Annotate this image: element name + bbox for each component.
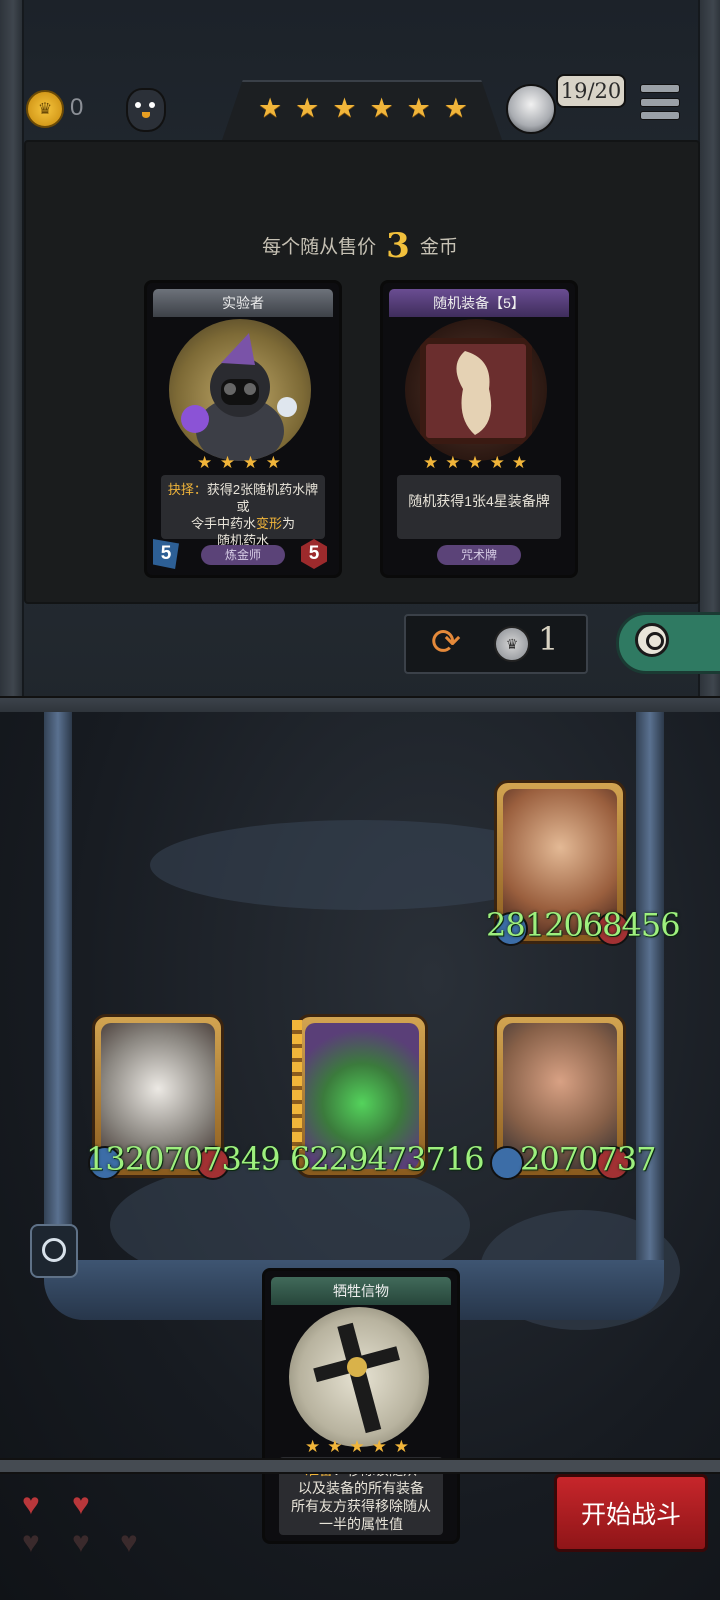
bottom-rail [0,1458,720,1474]
star-icon: ★ [295,92,320,123]
magnifier-icon [635,623,669,657]
sell-price-prefix: 每个随从售价 [262,237,377,258]
heart-empty-icon: ♥ [120,1526,138,1559]
card-description: 随机获得1张4星装备牌 [397,475,561,539]
star-icon: ★ [242,453,259,472]
keyword-choose: 抉择： [167,482,207,497]
star-icon: ★ [332,92,357,123]
golden-chain-marker [292,1020,302,1150]
experimenter-portrait [169,319,311,461]
star-icon: ★ [219,453,236,472]
card-tribe-tag: 炼金师 [201,545,285,565]
heart-empty-icon: ♥ [72,1526,90,1559]
cross-skull-portrait [289,1307,429,1447]
minion-stats-text: 2070737 [520,1140,657,1178]
hamburger-menu-icon[interactable] [640,84,680,120]
left-pillar [44,712,72,1272]
star-icon: ★ [393,1437,409,1456]
minion-stats-text: 1320707349 [86,1140,281,1178]
star-icon: ★ [197,453,213,472]
health-stat: 5 [301,539,327,569]
shop-card-experimenter[interactable]: 实验者 ★ ★ ★ ★ 抉择：获得2张随机药水牌或 令手中药水变形为 随机药水 炼金师… [144,280,342,578]
star-icon: ★ [443,92,468,123]
minion-stats-text: 6229473716 [290,1140,485,1178]
gold-coin-icon: ♛ [26,90,64,128]
star-icon: ★ [371,1437,387,1456]
star-icon: ★ [511,453,527,472]
hand-card-sacrifice-token[interactable]: 牺牲信物 ★★★★★ 准备：移除该随从 以及装备的所有装备 所有友方获得移除随从… [262,1268,460,1544]
shop-card-random-equipment[interactable]: 随机装备【5】 ★ ★ ★ ★ ★ 随机获得1张4星装备牌 咒术牌 [380,280,578,578]
attack-orb [490,1146,524,1180]
card-title: 牺牲信物 [271,1277,451,1305]
lives-display: ♥ ♥ ♥ ♥ ♥ [20,1488,160,1572]
card-text-line: 一半的属性值 [319,1516,403,1532]
sell-price-info: 每个随从售价 3 金币 [0,226,720,266]
shop-area [24,140,700,604]
card-star-rating: ★ ★ ★ ★ ★ [423,453,527,473]
star-icon: ★ [445,453,461,472]
tavern-star-rating: ★ ★ ★ ★ ★ ★ [258,92,468,124]
star-icon: ★ [327,1437,343,1456]
equipment-portrait [405,319,547,461]
star-icon: ★ [265,453,281,472]
card-title: 实验者 [153,289,333,317]
card-star-rating: ★ ★ ★ ★ ★ [305,1437,409,1457]
attack-stat: 5 [153,539,179,569]
star-icon: ★ [423,453,439,472]
refresh-icon[interactable]: ⟳ [428,624,464,660]
star-icon: ★ [467,453,483,472]
card-text-line: 以及装备的所有装备 [298,1480,424,1496]
sell-price-value: 3 [386,226,410,266]
card-text-line: 随机获得1张4星装备牌 [408,493,550,509]
card-type-tag: 咒术牌 [437,545,521,565]
card-title: 随机装备【5】 [389,289,569,317]
card-description: 抉择：获得2张随机药水牌或 令手中药水变形为 随机药水 [161,475,325,548]
sell-price-suffix: 金币 [419,237,458,258]
star-icon: ★ [406,92,431,123]
star-icon: ★ [258,92,283,123]
right-frame [698,0,720,700]
card-text-line: 为 [282,516,296,531]
left-frame [0,0,24,700]
keyword-transform: 变形 [255,516,282,531]
card-star-rating: ★ ★ ★ ★ [197,453,281,473]
star-icon: ★ [369,92,394,123]
right-pillar [636,712,664,1272]
board-search-button[interactable] [30,1224,78,1278]
heart-full-icon: ♥ [72,1488,90,1521]
gold-count: 0 [70,94,84,121]
hero-counter-bubble: 19/20 [556,74,626,108]
heart-full-icon: ♥ [22,1488,40,1521]
card-text-line: 令手中药水 [190,516,256,531]
crown-coin-icon: ♛ [494,626,530,662]
star-icon: ★ [489,453,505,472]
hero-avatar[interactable] [506,84,556,134]
card-text-line: 所有友方获得移除随从 [291,1498,431,1514]
search-button[interactable] [616,612,720,674]
minion-stats-text: 2812068456 [486,906,681,944]
card-text-line: 获得2张随机药水牌或 [206,482,319,514]
heart-empty-icon: ♥ [22,1526,40,1559]
star-icon: ★ [305,1437,321,1456]
star-icon: ★ [349,1437,365,1456]
refresh-cost: 1 [538,620,559,658]
owl-pet-icon[interactable] [126,88,166,132]
start-battle-button[interactable]: 开始战斗 [554,1474,708,1552]
